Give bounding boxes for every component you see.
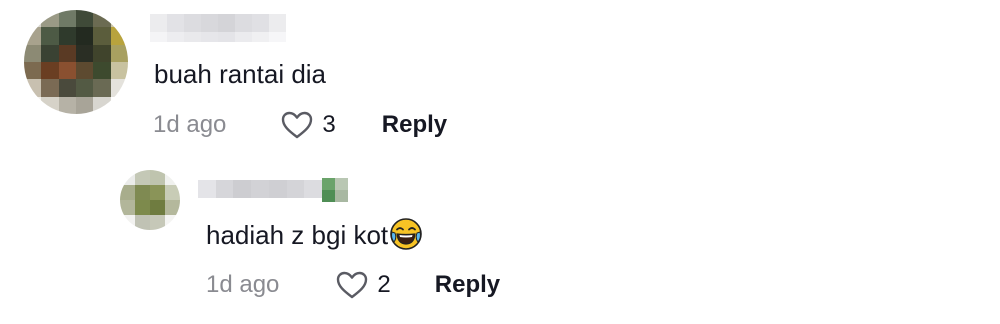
reply-username-blurred[interactable] xyxy=(198,180,322,198)
reply-timestamp: 1d ago xyxy=(206,271,280,298)
like-count: 3 xyxy=(322,111,336,138)
reply-like-button[interactable]: 2 xyxy=(335,270,391,300)
username-blurred[interactable] xyxy=(150,14,286,32)
comment-item: buah rantai dia 1d ago 3 Reply xyxy=(0,0,1000,160)
username-blurred-lower xyxy=(150,32,286,42)
heart-outline-icon xyxy=(280,110,314,140)
comment-timestamp: 1d ago xyxy=(153,111,227,138)
face-with-tears-of-joy-icon xyxy=(390,218,422,250)
replier-avatar[interactable] xyxy=(120,170,180,230)
verified-badge-blurred xyxy=(322,178,348,202)
heart-outline-icon xyxy=(335,270,369,300)
reply-text-content: hadiah z bgi kot xyxy=(206,220,389,250)
reply-like-count: 2 xyxy=(377,271,391,298)
reply-text: hadiah z bgi kot xyxy=(206,218,422,251)
reply-comment-item: hadiah z bgi kot 1d ago 2 Reply xyxy=(0,160,1000,324)
commenter-avatar[interactable] xyxy=(24,10,128,114)
comment-meta: 1d ago 3 Reply xyxy=(153,110,447,140)
like-button[interactable]: 3 xyxy=(280,110,336,140)
reply-button[interactable]: Reply xyxy=(382,111,447,139)
reply-button[interactable]: Reply xyxy=(435,271,500,299)
reply-meta: 1d ago 2 Reply xyxy=(206,270,500,300)
comment-text: buah rantai dia xyxy=(154,59,327,89)
